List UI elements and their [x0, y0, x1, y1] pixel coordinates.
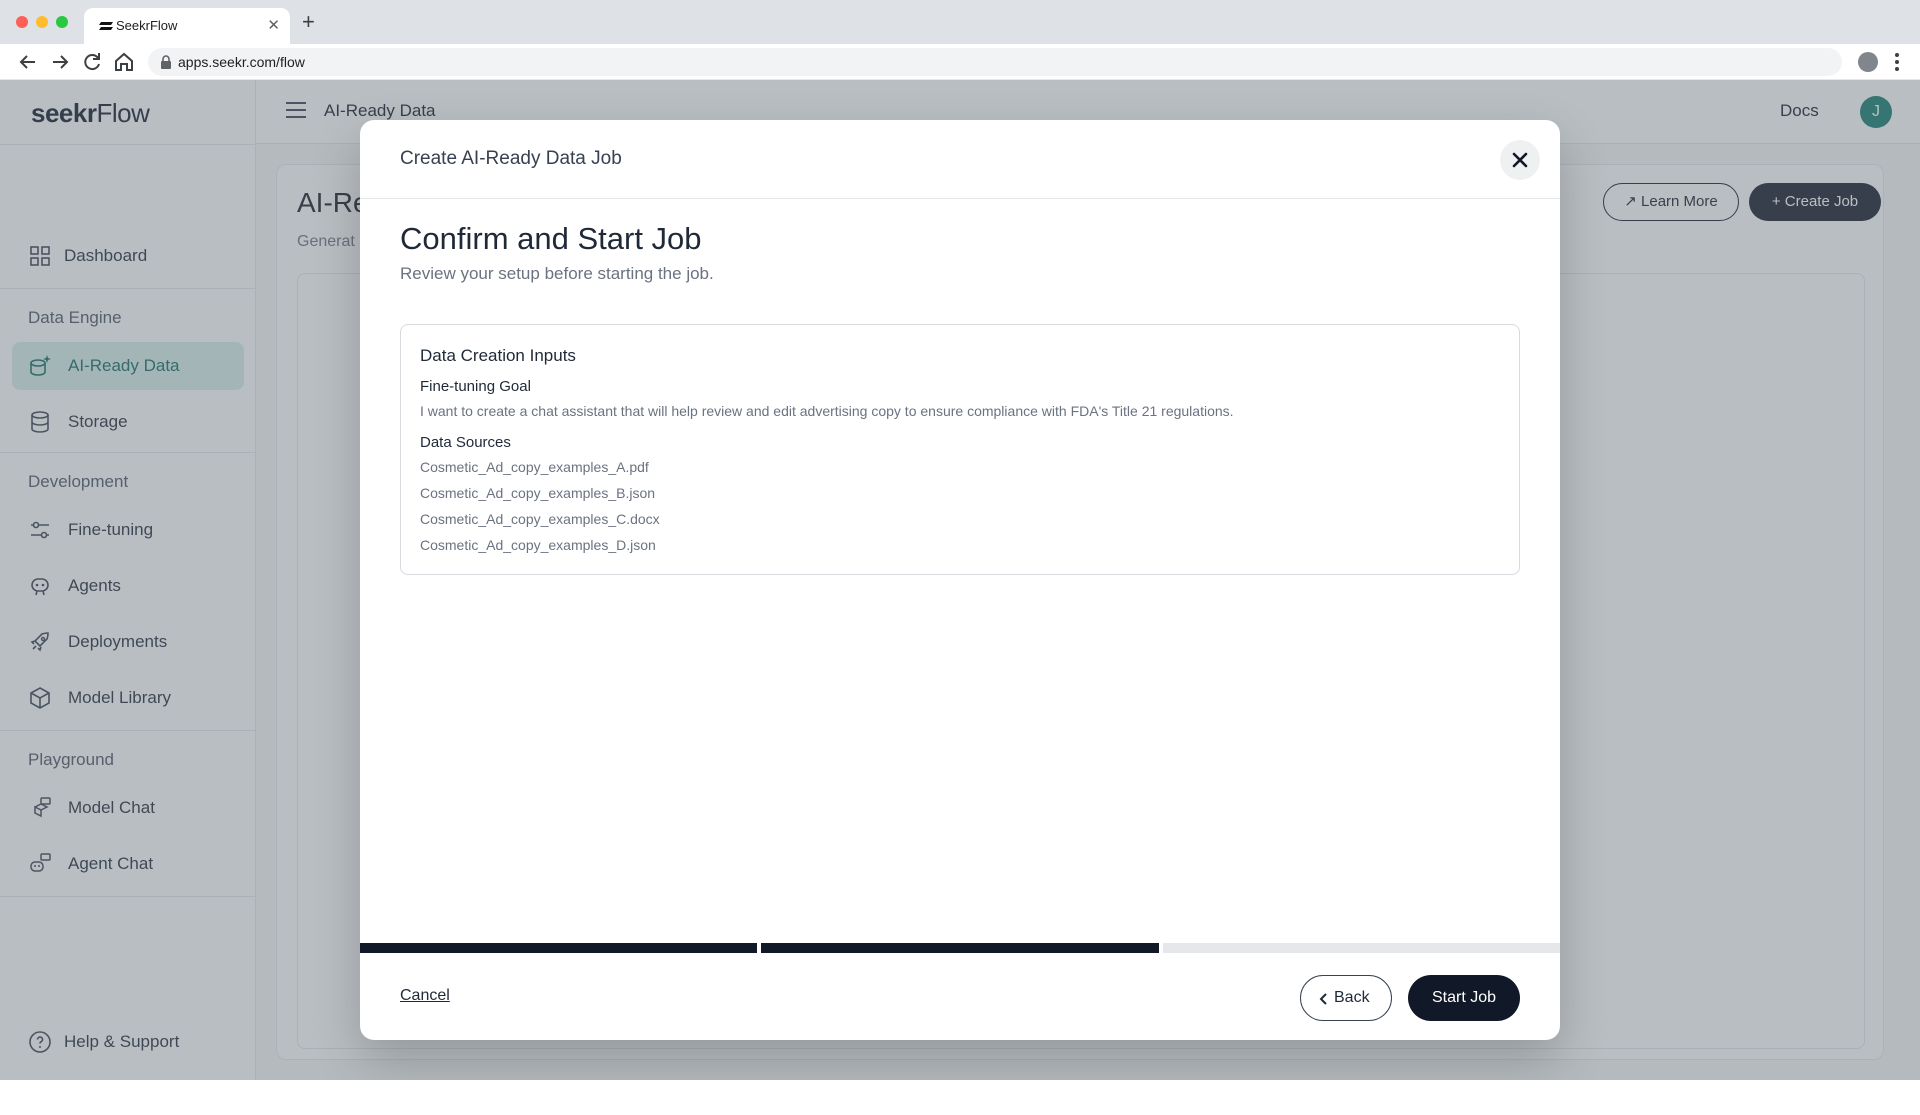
summary-title: Data Creation Inputs — [420, 346, 576, 365]
progress-segment-1 — [360, 943, 758, 953]
data-source-item: Cosmetic_Ad_copy_examples_D.json — [420, 537, 656, 553]
new-tab-icon[interactable]: + — [302, 11, 315, 33]
page-bottom-strip — [0, 1080, 1920, 1115]
back-button[interactable]: Back — [1300, 975, 1392, 1021]
browser-tab-bar: SeekrFlow ✕ + — [0, 0, 1920, 44]
data-source-item: Cosmetic_Ad_copy_examples_A.pdf — [420, 459, 649, 475]
modal-title: Create AI-Ready Data Job — [400, 148, 622, 169]
progress-segment-2 — [761, 943, 1159, 953]
back-button-label: Back — [1334, 989, 1370, 1006]
forward-arrow-icon[interactable] — [48, 50, 72, 74]
address-bar[interactable]: apps.seekr.com/flow — [148, 48, 1842, 76]
browser-toolbar: apps.seekr.com/flow — [0, 44, 1920, 80]
step-subtitle: Review your setup before starting the jo… — [400, 264, 714, 283]
window-zoom-control[interactable] — [56, 16, 68, 28]
start-job-button[interactable]: Start Job — [1408, 975, 1520, 1021]
cancel-link[interactable]: Cancel — [400, 987, 450, 1005]
step-title: Confirm and Start Job — [400, 221, 702, 256]
browser-tab-title: SeekrFlow — [116, 18, 178, 33]
progress-segment-3 — [1162, 943, 1560, 953]
data-source-item: Cosmetic_Ad_copy_examples_C.docx — [420, 511, 660, 527]
reload-icon[interactable] — [80, 50, 104, 74]
back-arrow-icon[interactable] — [16, 50, 40, 74]
close-icon — [1512, 152, 1528, 168]
window-close-control[interactable] — [16, 16, 28, 28]
modal-footer: Cancel Back Start Job — [360, 953, 1560, 1040]
goal-label: Fine-tuning Goal — [420, 378, 531, 395]
sources-label: Data Sources — [420, 434, 511, 451]
modal-header: Create AI-Ready Data Job — [360, 120, 1560, 199]
chevron-left-icon — [1319, 993, 1327, 1005]
goal-value: I want to create a chat assistant that w… — [420, 403, 1234, 419]
browser-profile-icon[interactable] — [1858, 52, 1878, 72]
browser-menu-icon[interactable] — [1890, 50, 1904, 74]
summary-card: Data Creation Inputs Fine-tuning Goal I … — [400, 324, 1520, 575]
lock-icon — [161, 55, 171, 69]
seekr-favicon-icon — [99, 22, 113, 30]
home-icon[interactable] — [112, 50, 136, 74]
tab-close-icon[interactable]: ✕ — [267, 16, 280, 34]
browser-tab[interactable]: SeekrFlow ✕ — [84, 8, 290, 44]
data-source-item: Cosmetic_Ad_copy_examples_B.json — [420, 485, 656, 501]
window-minimize-control[interactable] — [36, 16, 48, 28]
url-text: apps.seekr.com/flow — [178, 54, 305, 70]
close-button[interactable] — [1500, 140, 1540, 180]
create-job-modal: Create AI-Ready Data Job Confirm and Sta… — [360, 120, 1560, 1040]
step-progress-bar — [360, 943, 1560, 953]
